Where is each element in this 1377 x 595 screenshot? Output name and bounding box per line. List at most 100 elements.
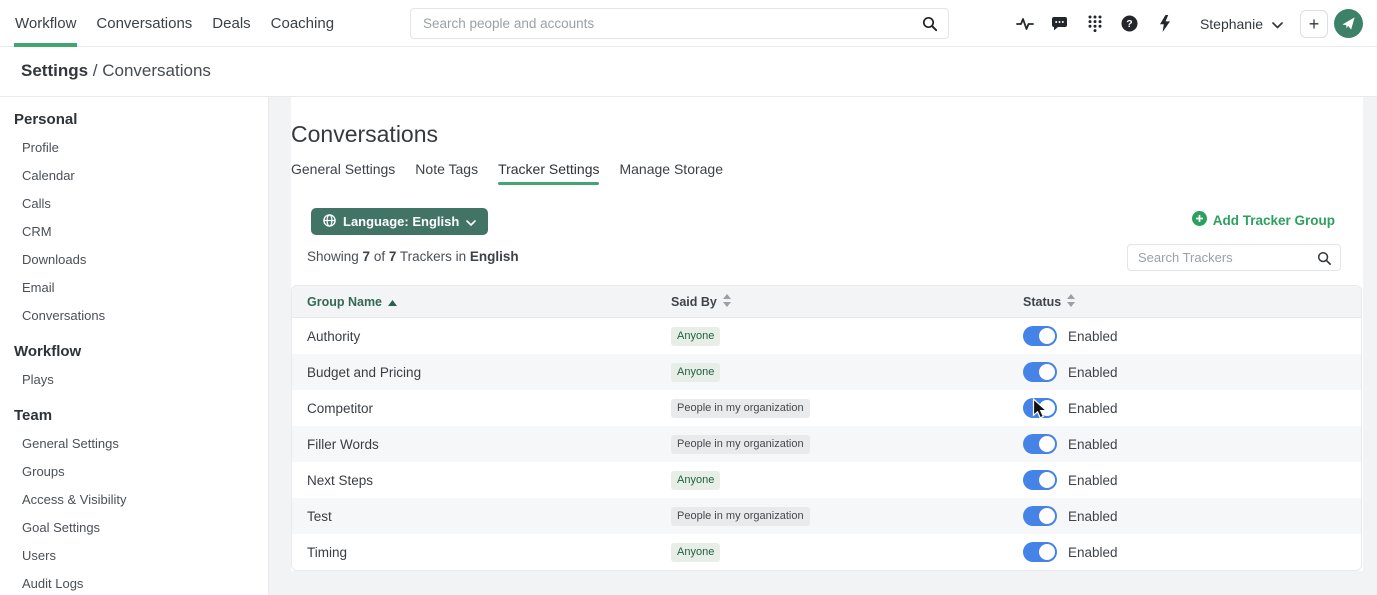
status-toggle[interactable] (1023, 542, 1057, 562)
sidebar-item[interactable]: Access & Visibility (0, 486, 268, 514)
status-cell: Enabled (1023, 506, 1361, 526)
tracker-search (1127, 244, 1341, 271)
sidebar-item[interactable]: CRM (0, 218, 268, 246)
sidebar-item[interactable]: Groups (0, 458, 268, 486)
language-button[interactable]: Language: English (311, 208, 488, 235)
rocket-icon[interactable] (1334, 9, 1363, 38)
sort-icon (1067, 294, 1075, 310)
sidebar-item[interactable]: Downloads (0, 246, 268, 274)
topnav-item[interactable]: Conversations (95, 0, 193, 47)
sidebar-item[interactable]: Email (0, 274, 268, 302)
status-toggle[interactable] (1023, 470, 1057, 490)
sidebar-item[interactable]: Goal Settings (0, 514, 268, 542)
tracker-group-name[interactable]: Budget and Pricing (292, 365, 671, 380)
tab[interactable]: Manage Storage (619, 161, 723, 185)
help-icon[interactable]: ? (1121, 15, 1139, 33)
add-button[interactable]: + (1300, 10, 1328, 38)
sidebar-item[interactable]: Conversations (0, 302, 268, 330)
said-by-badge: Anyone (671, 327, 720, 346)
status-cell: Enabled (1023, 398, 1361, 418)
topnav-item[interactable]: Workflow (14, 0, 77, 47)
sidebar-item[interactable]: Users (0, 542, 268, 570)
tab[interactable]: Tracker Settings (498, 161, 599, 185)
status-cell: Enabled (1023, 326, 1361, 346)
table-row: Budget and Pricing Anyone Enabled (292, 354, 1361, 390)
breadcrumb-settings[interactable]: Settings (21, 61, 88, 80)
said-by-badge: Anyone (671, 363, 720, 382)
status-toggle[interactable] (1023, 506, 1057, 526)
tracker-group-name[interactable]: Next Steps (292, 473, 671, 488)
said-by-badge: People in my organization (671, 507, 810, 526)
top-nav: Workflow Conversations Deals Coaching (14, 0, 335, 47)
sidebar-section-title: Team (0, 406, 268, 426)
said-by-cell: Anyone (671, 542, 1023, 562)
status-label: Enabled (1068, 509, 1118, 524)
said-by-badge: People in my organization (671, 435, 810, 454)
page-title: Conversations (291, 121, 438, 148)
results-summary: Showing 7 of 7 Trackers in English (307, 249, 519, 264)
table-body: Authority Anyone Enabled Budget and Pric… (292, 318, 1361, 570)
chevron-down-icon (466, 214, 476, 229)
table-row: Next Steps Anyone Enabled (292, 462, 1361, 498)
breadcrumb-separator: / (88, 61, 102, 80)
global-search-input[interactable] (411, 9, 948, 38)
column-header-group-name[interactable]: Group Name (292, 295, 671, 309)
status-label: Enabled (1068, 365, 1118, 380)
add-tracker-group-button[interactable]: Add Tracker Group (1192, 211, 1335, 229)
sidebar-item[interactable]: Profile (0, 134, 268, 162)
status-toggle[interactable] (1023, 362, 1057, 382)
status-label: Enabled (1068, 401, 1118, 416)
said-by-cell: Anyone (671, 470, 1023, 490)
tracker-group-name[interactable]: Authority (292, 329, 671, 344)
tab[interactable]: Note Tags (415, 161, 478, 185)
status-label: Enabled (1068, 329, 1118, 344)
table-row: Competitor People in my organization Ena… (292, 390, 1361, 426)
topnav-item[interactable]: Deals (211, 0, 251, 47)
said-by-badge: People in my organization (671, 399, 810, 418)
search-icon (1317, 251, 1332, 271)
column-header-said-by[interactable]: Said By (671, 294, 1023, 310)
sidebar-item[interactable]: Plays (0, 366, 268, 394)
topnav-item[interactable]: Coaching (270, 0, 335, 47)
app-window: Workflow Conversations Deals Coaching (0, 0, 1377, 595)
said-by-cell: People in my organization (671, 398, 1023, 418)
chat-icon[interactable] (1051, 15, 1069, 33)
plus-circle-icon (1192, 211, 1207, 229)
chevron-down-icon (1272, 16, 1283, 32)
column-header-status[interactable]: Status (1023, 294, 1361, 310)
tab-bar: General Settings Note Tags Tracker Setti… (291, 161, 723, 185)
said-by-badge: Anyone (671, 543, 720, 562)
status-label: Enabled (1068, 437, 1118, 452)
dialpad-icon[interactable] (1086, 15, 1104, 33)
global-search (410, 8, 949, 39)
sidebar-section-title: Workflow (0, 342, 268, 362)
sidebar-item[interactable]: General Settings (0, 430, 268, 458)
content-card: Conversations General Settings Note Tags… (291, 97, 1363, 571)
status-cell: Enabled (1023, 434, 1361, 454)
svg-text:?: ? (1127, 18, 1133, 30)
tracker-search-input[interactable] (1128, 245, 1340, 270)
tracker-group-name[interactable]: Competitor (292, 401, 671, 416)
lightning-icon[interactable] (1156, 15, 1174, 33)
table-header: Group Name Said By Status (292, 286, 1361, 318)
user-menu[interactable]: Stephanie (1200, 16, 1283, 32)
status-toggle[interactable] (1023, 434, 1057, 454)
settings-sidebar: Personal Profile Calendar Calls CRM Down… (0, 97, 269, 595)
sidebar-item[interactable]: Calendar (0, 162, 268, 190)
status-toggle[interactable] (1023, 326, 1057, 346)
tracker-group-name[interactable]: Filler Words (292, 437, 671, 452)
tracker-group-name[interactable]: Timing (292, 545, 671, 560)
sidebar-item[interactable]: Calls (0, 190, 268, 218)
tracker-group-name[interactable]: Test (292, 509, 671, 524)
sidebar-item[interactable]: Audit Logs (0, 570, 268, 595)
status-cell: Enabled (1023, 470, 1361, 490)
activity-icon[interactable] (1016, 15, 1034, 33)
table-row: Test People in my organization Enabled (292, 498, 1361, 534)
sidebar-section-title: Personal (0, 110, 268, 130)
trackers-table: Group Name Said By Status (291, 285, 1362, 571)
search-icon (922, 16, 938, 37)
table-row: Timing Anyone Enabled (292, 534, 1361, 570)
status-toggle[interactable] (1023, 398, 1057, 418)
tab[interactable]: General Settings (291, 161, 395, 185)
status-cell: Enabled (1023, 362, 1361, 382)
